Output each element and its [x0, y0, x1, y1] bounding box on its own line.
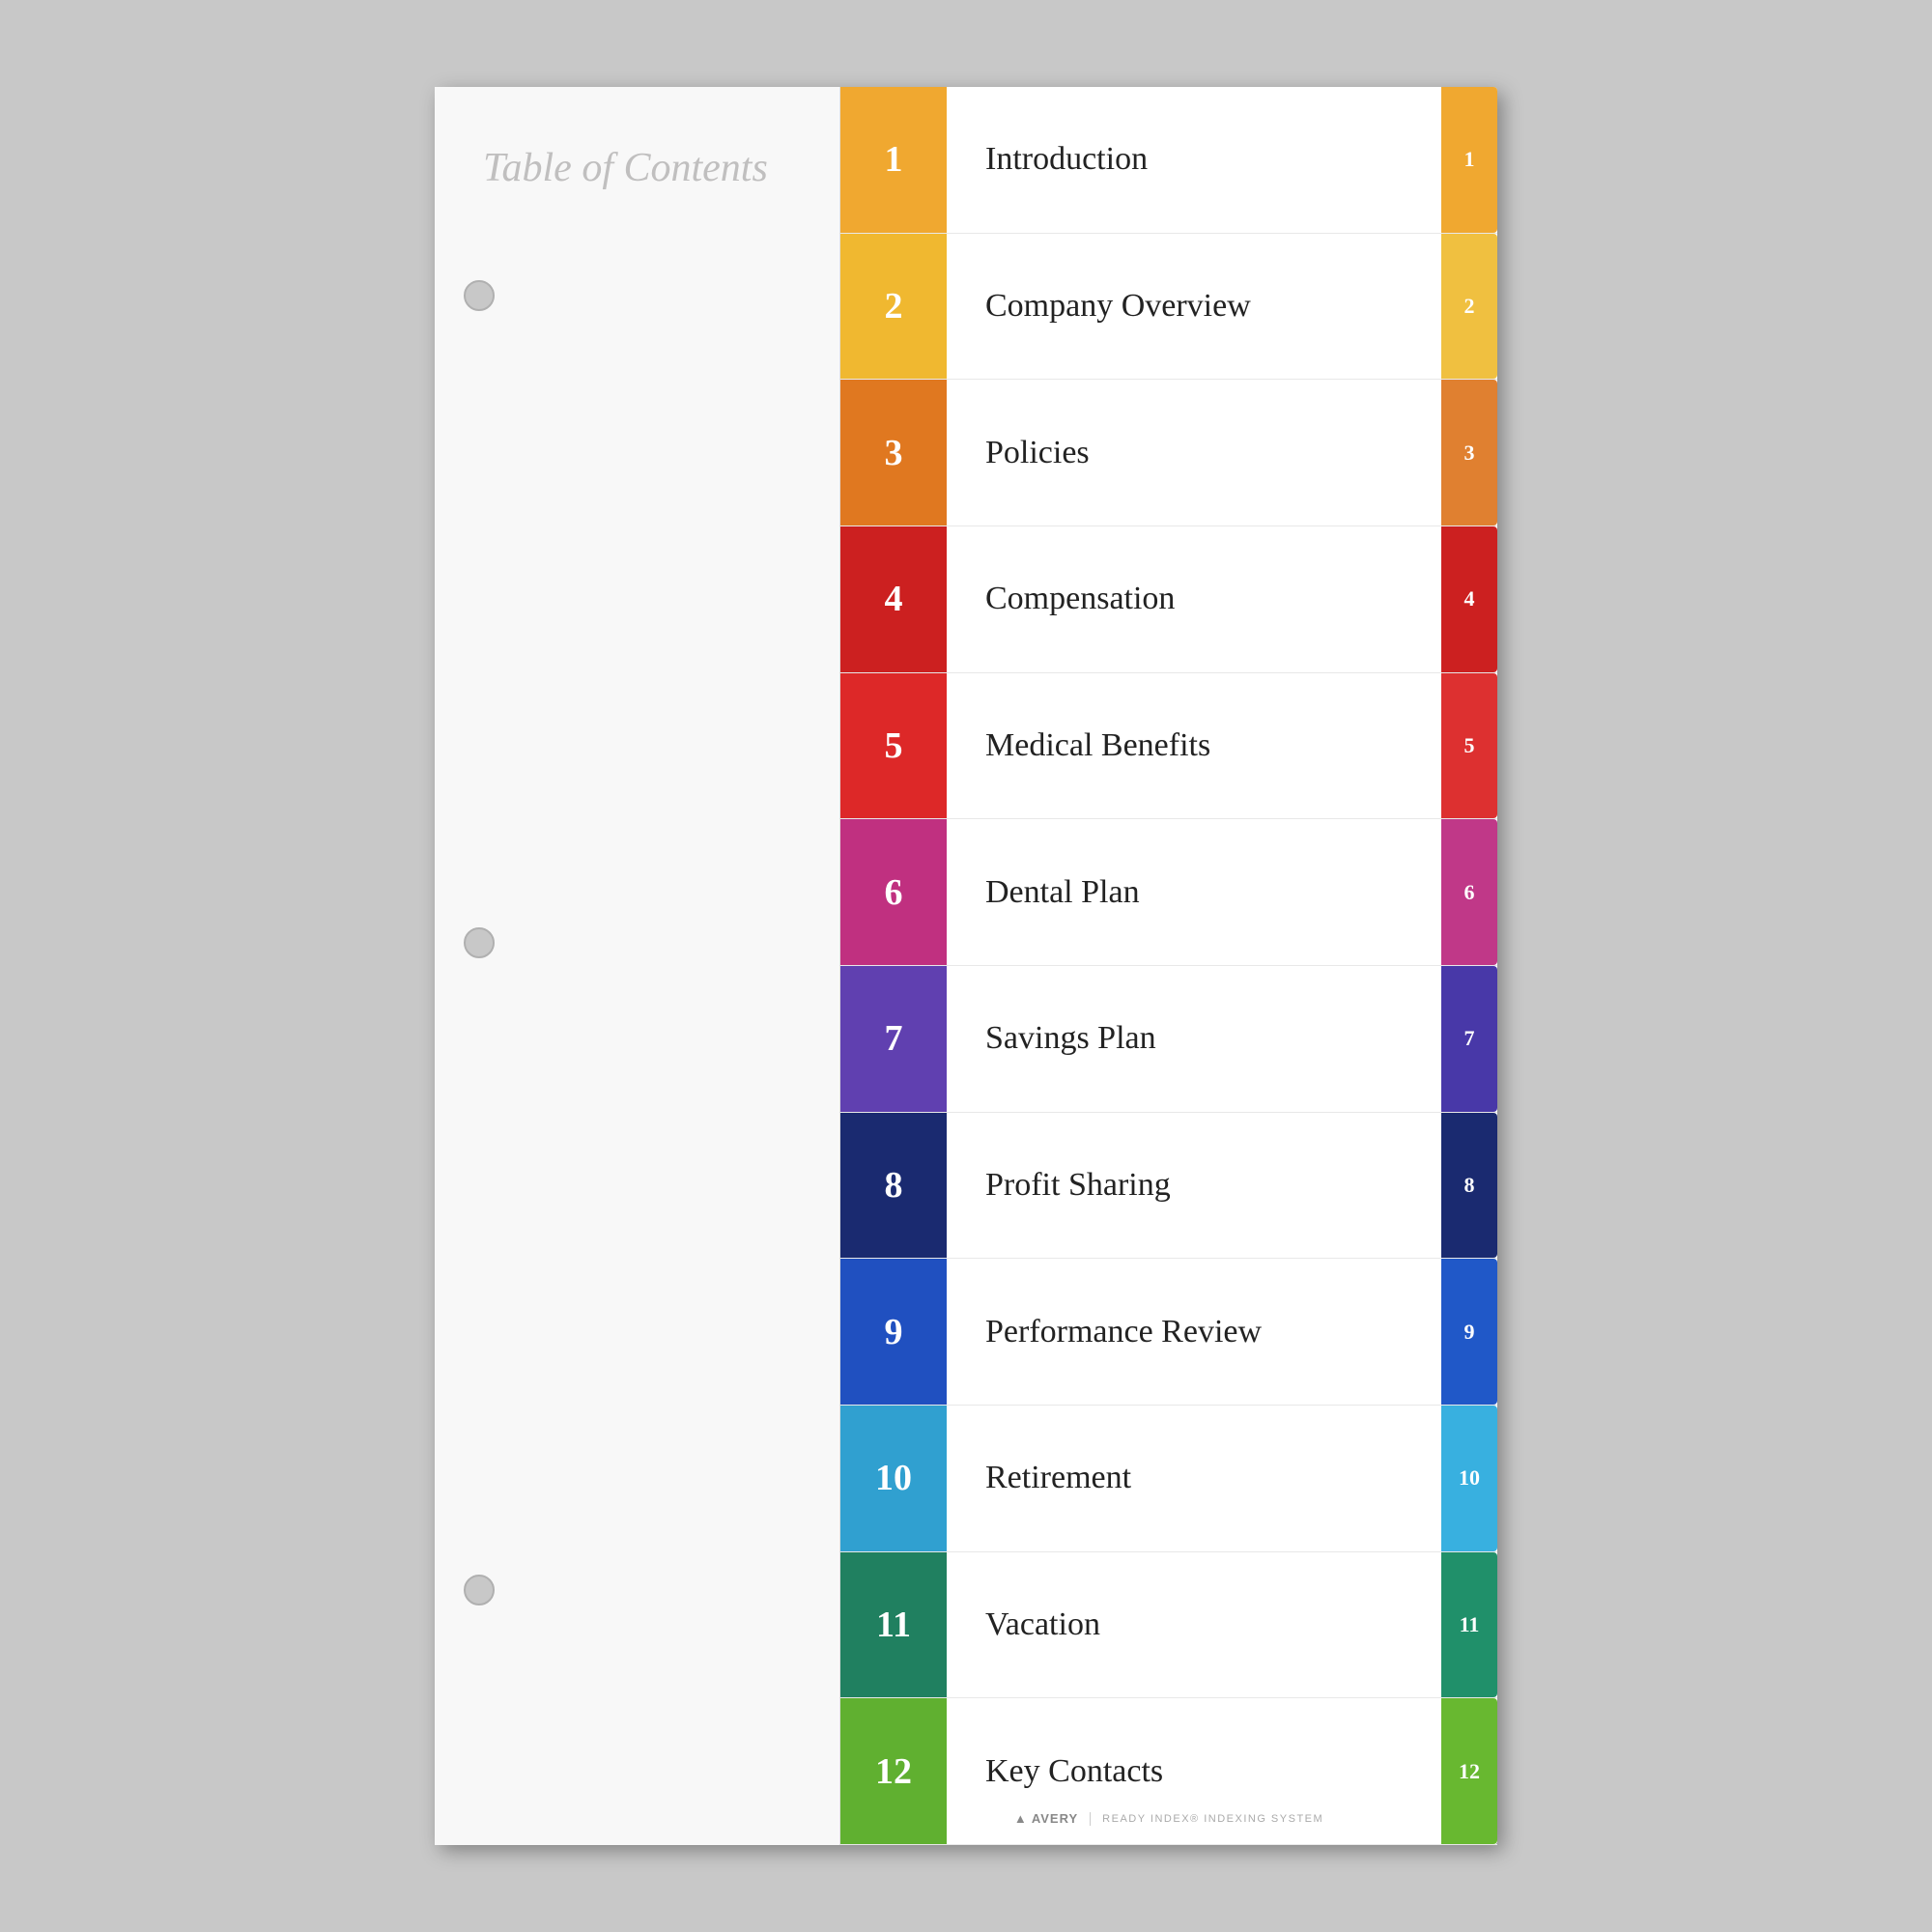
footer: ▲ AVERY READY INDEX® INDEXING SYSTEM — [840, 1811, 1497, 1826]
toc-row[interactable]: 3Policies3 — [840, 380, 1497, 526]
tab-6[interactable]: 6 — [1441, 819, 1497, 965]
toc-row[interactable]: 4Compensation4 — [840, 526, 1497, 673]
toc-row[interactable]: 5Medical Benefits5 — [840, 673, 1497, 820]
toc-row[interactable]: 10Retirement10 — [840, 1406, 1497, 1552]
entry-label-5: Medical Benefits — [947, 673, 1441, 819]
left-panel: Table of Contents — [435, 87, 840, 1845]
binder-hole-3 — [464, 1575, 495, 1605]
number-box-7: 7 — [840, 966, 947, 1112]
number-box-8: 8 — [840, 1113, 947, 1259]
tab-11[interactable]: 11 — [1441, 1552, 1497, 1698]
toc-row[interactable]: 6Dental Plan6 — [840, 819, 1497, 966]
binder-hole-2 — [464, 927, 495, 958]
tab-2[interactable]: 2 — [1441, 234, 1497, 380]
number-box-3: 3 — [840, 380, 947, 526]
entry-label-6: Dental Plan — [947, 819, 1441, 965]
number-box-6: 6 — [840, 819, 947, 965]
tab-10[interactable]: 10 — [1441, 1406, 1497, 1551]
number-box-9: 9 — [840, 1259, 947, 1405]
page: Table of Contents 1Introduction12Company… — [435, 87, 1497, 1845]
page-title: Table of Contents — [483, 145, 768, 191]
entry-label-9: Performance Review — [947, 1259, 1441, 1405]
entry-label-4: Compensation — [947, 526, 1441, 672]
tab-4[interactable]: 4 — [1441, 526, 1497, 672]
entry-label-2: Company Overview — [947, 234, 1441, 380]
tab-5[interactable]: 5 — [1441, 673, 1497, 819]
toc-row[interactable]: 9Performance Review9 — [840, 1259, 1497, 1406]
toc-row[interactable]: 7Savings Plan7 — [840, 966, 1497, 1113]
toc-row[interactable]: 1Introduction1 — [840, 87, 1497, 234]
entry-label-10: Retirement — [947, 1406, 1441, 1551]
entry-label-11: Vacation — [947, 1552, 1441, 1698]
entry-label-8: Profit Sharing — [947, 1113, 1441, 1259]
number-box-5: 5 — [840, 673, 947, 819]
number-box-1: 1 — [840, 87, 947, 233]
footer-tagline: READY INDEX® INDEXING SYSTEM — [1102, 1813, 1323, 1825]
toc-row[interactable]: 2Company Overview2 — [840, 234, 1497, 381]
number-box-4: 4 — [840, 526, 947, 672]
footer-divider — [1090, 1812, 1091, 1826]
entry-label-3: Policies — [947, 380, 1441, 526]
entry-label-7: Savings Plan — [947, 966, 1441, 1112]
number-box-2: 2 — [840, 234, 947, 380]
binder-hole-1 — [464, 280, 495, 311]
toc-row[interactable]: 11Vacation11 — [840, 1552, 1497, 1699]
tab-8[interactable]: 8 — [1441, 1113, 1497, 1259]
entry-label-1: Introduction — [947, 87, 1441, 233]
number-box-10: 10 — [840, 1406, 947, 1551]
tab-9[interactable]: 9 — [1441, 1259, 1497, 1405]
tab-1[interactable]: 1 — [1441, 87, 1497, 233]
tab-7[interactable]: 7 — [1441, 966, 1497, 1112]
number-box-11: 11 — [840, 1552, 947, 1698]
toc-row[interactable]: 8Profit Sharing8 — [840, 1113, 1497, 1260]
brand-logo: ▲ AVERY — [1014, 1811, 1078, 1826]
toc-panel: 1Introduction12Company Overview23Policie… — [840, 87, 1497, 1845]
tab-3[interactable]: 3 — [1441, 380, 1497, 526]
